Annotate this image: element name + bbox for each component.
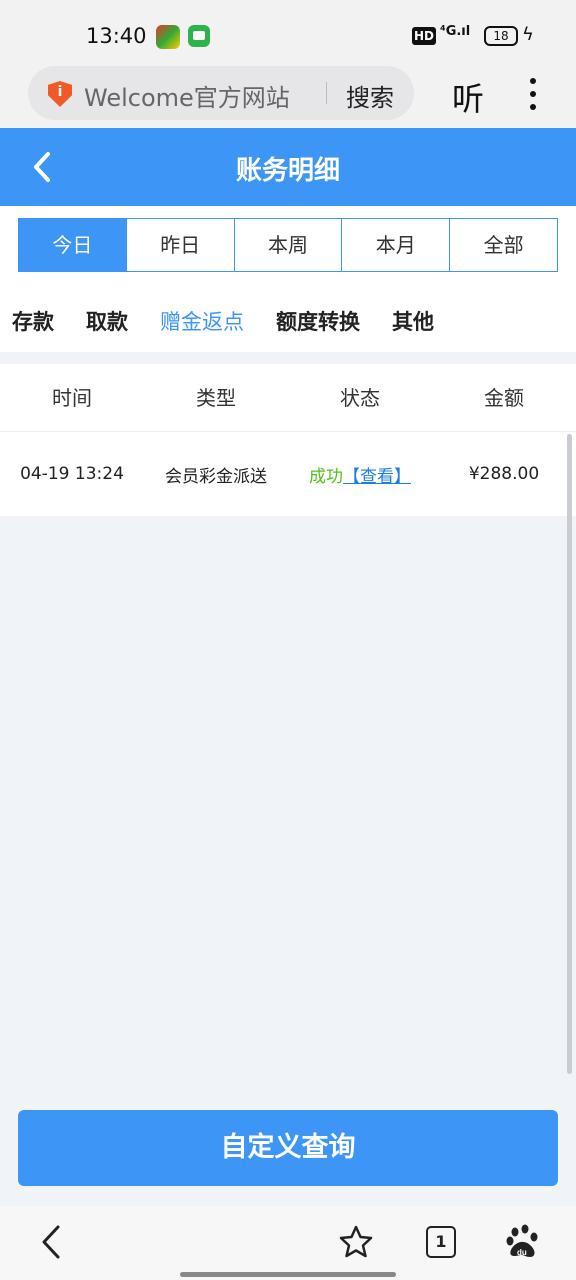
nav-back-icon[interactable] bbox=[38, 1224, 66, 1260]
table-row: 04-19 13:24 会员彩金派送 成功【查看】 ¥288.00 bbox=[0, 432, 576, 516]
baidu-paw-icon[interactable]: du bbox=[506, 1224, 540, 1260]
cell-type: 会员彩金派送 bbox=[165, 466, 267, 487]
search-button[interactable]: 搜索 bbox=[346, 78, 394, 113]
period-tabs: 今日 昨日 本周 本月 全部 bbox=[18, 218, 558, 272]
home-indicator[interactable] bbox=[180, 1272, 396, 1277]
browser-bottom-nav: 1 du bbox=[0, 1206, 576, 1280]
custom-query-button[interactable]: 自定义查询 bbox=[18, 1110, 558, 1186]
tab-other[interactable]: 其他 bbox=[392, 306, 434, 336]
tab-bonus-rebate[interactable]: 赠金返点 bbox=[160, 306, 244, 336]
cell-status: 成功【查看】 bbox=[288, 462, 432, 487]
cell-amount: ¥288.00 bbox=[468, 464, 540, 484]
app-header: 账务明细 bbox=[0, 128, 576, 206]
tab-deposit[interactable]: 存款 bbox=[12, 306, 54, 336]
tab-all[interactable]: 全部 bbox=[450, 219, 557, 271]
tab-yesterday[interactable]: 昨日 bbox=[126, 219, 235, 271]
tab-this-week[interactable]: 本周 bbox=[234, 219, 343, 271]
status-time: 13:40 bbox=[86, 24, 147, 48]
tab-today[interactable]: 今日 bbox=[19, 219, 127, 271]
listen-button[interactable]: 听 bbox=[452, 74, 484, 120]
more-menu-icon[interactable] bbox=[530, 78, 538, 112]
type-tabs: 存款 取款 赠金返点 额度转换 其他 bbox=[12, 306, 466, 336]
divider bbox=[326, 82, 327, 104]
records-table: 时间 类型 状态 金额 04-19 13:24 会员彩金派送 成功【查看】 ¥2… bbox=[0, 364, 576, 516]
app-notification-icon bbox=[156, 25, 180, 49]
status-bar: 13:40 HD ⁴G.ıl 18 ϟ bbox=[0, 0, 576, 66]
tabs-count-button[interactable]: 1 bbox=[426, 1226, 456, 1258]
column-status: 状态 bbox=[340, 386, 380, 410]
shield-icon[interactable] bbox=[48, 81, 72, 107]
cell-time: 04-19 13:24 bbox=[20, 464, 124, 484]
tab-transfer[interactable]: 额度转换 bbox=[276, 306, 360, 336]
status-text: 成功 bbox=[309, 466, 343, 487]
column-time: 时间 bbox=[52, 386, 92, 410]
url-text[interactable]: Welcome官方网站 bbox=[84, 78, 290, 113]
column-amount: 金额 bbox=[484, 386, 524, 410]
view-link[interactable]: 【查看】 bbox=[343, 467, 411, 487]
bookmark-star-icon[interactable] bbox=[338, 1224, 374, 1260]
address-bar[interactable]: Welcome官方网站 搜索 bbox=[28, 66, 414, 120]
scrollbar[interactable] bbox=[567, 434, 572, 1074]
message-app-icon bbox=[188, 25, 210, 47]
tab-this-month[interactable]: 本月 bbox=[342, 219, 451, 271]
table-header: 时间 类型 状态 金额 bbox=[0, 364, 576, 432]
hd-icon: HD bbox=[412, 27, 437, 45]
battery-icon: 18 bbox=[484, 26, 518, 46]
signal-icon: ⁴G.ıl bbox=[440, 24, 471, 39]
browser-toolbar: Welcome官方网站 搜索 听 bbox=[0, 66, 576, 128]
column-type: 类型 bbox=[196, 386, 236, 410]
svg-text:du: du bbox=[517, 1248, 527, 1257]
tab-withdraw[interactable]: 取款 bbox=[86, 306, 128, 336]
filter-area: 今日 昨日 本周 本月 全部 存款 取款 赠金返点 额度转换 其他 bbox=[0, 206, 576, 352]
page-title: 账务明细 bbox=[235, 156, 340, 186]
charging-icon: ϟ bbox=[522, 24, 534, 45]
